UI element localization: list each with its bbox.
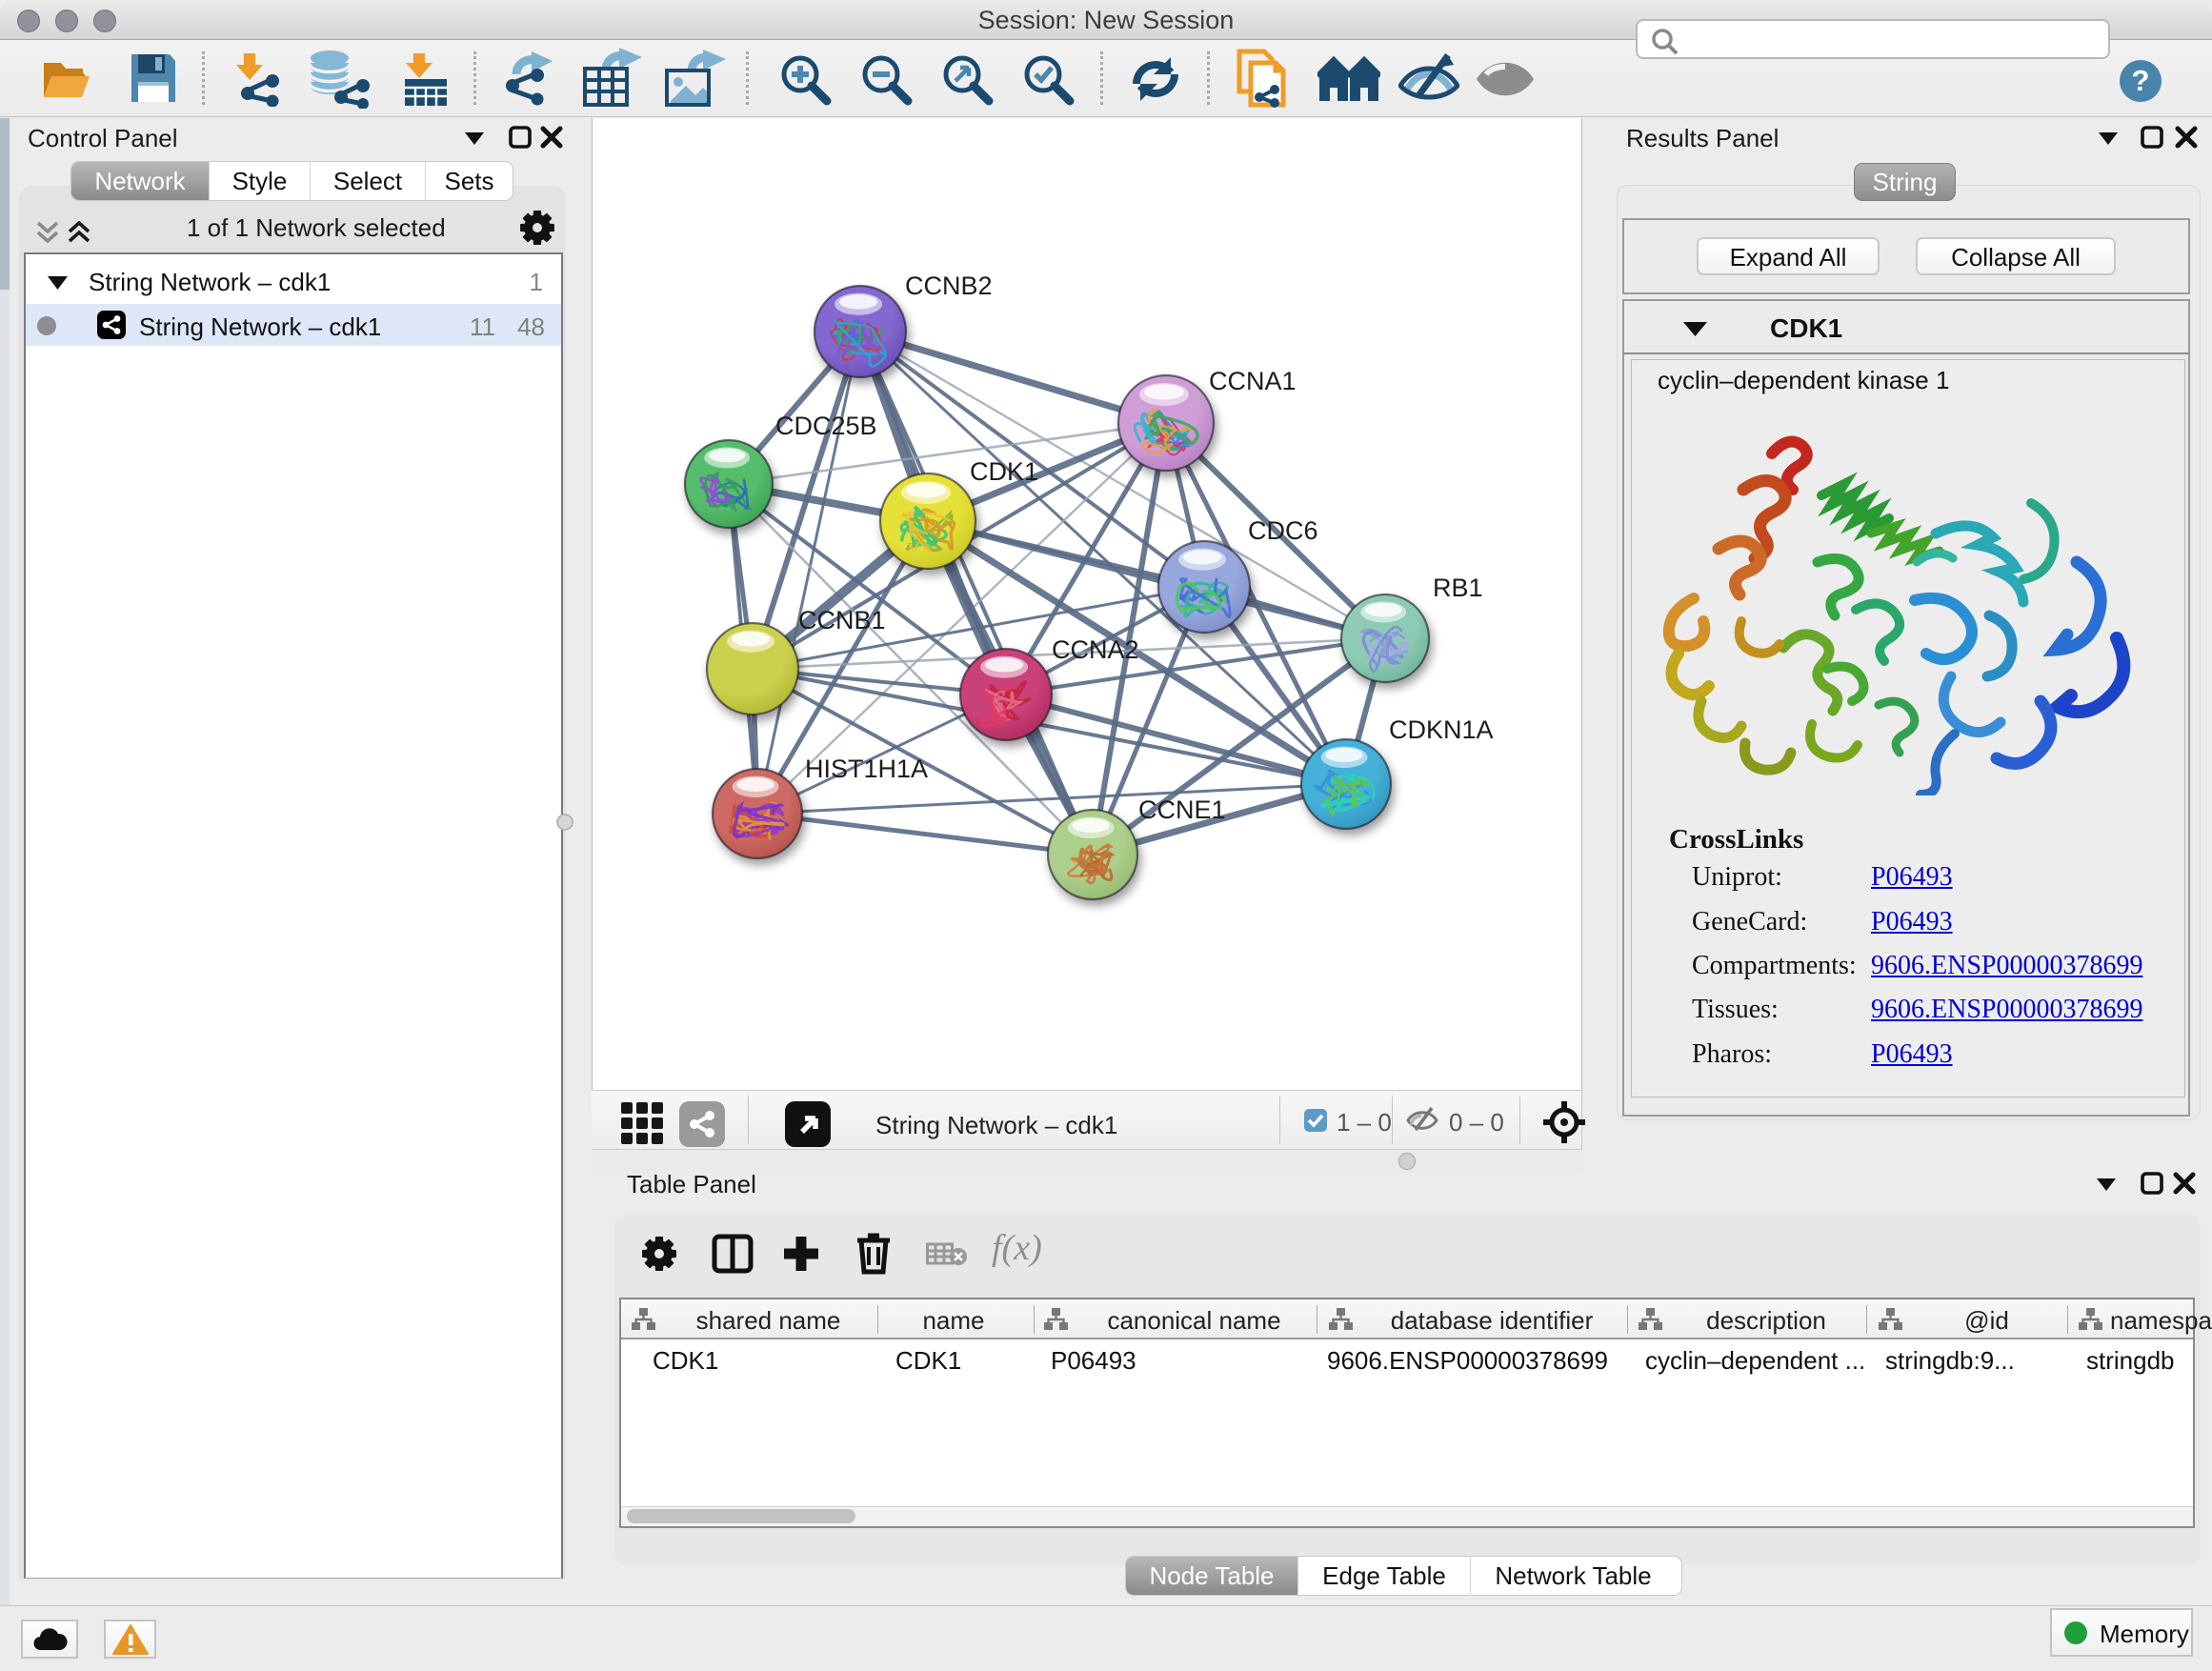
svg-text:CDC25B: CDC25B xyxy=(775,412,877,440)
svg-text:CCNA1: CCNA1 xyxy=(1209,367,1297,395)
svg-text:CDK1: CDK1 xyxy=(970,457,1038,486)
svg-text:CCNB2: CCNB2 xyxy=(905,272,993,300)
svg-text:CDKN1A: CDKN1A xyxy=(1389,715,1494,744)
svg-text:CCNB1: CCNB1 xyxy=(798,606,886,634)
svg-text:CDC6: CDC6 xyxy=(1248,516,1318,545)
svg-text:CCNA2: CCNA2 xyxy=(1052,635,1139,664)
svg-text:HIST1H1A: HIST1H1A xyxy=(805,755,928,783)
svg-text:?: ? xyxy=(2132,64,2150,97)
svg-text:RB1: RB1 xyxy=(1433,574,1483,602)
svg-text:CCNE1: CCNE1 xyxy=(1138,795,1226,824)
